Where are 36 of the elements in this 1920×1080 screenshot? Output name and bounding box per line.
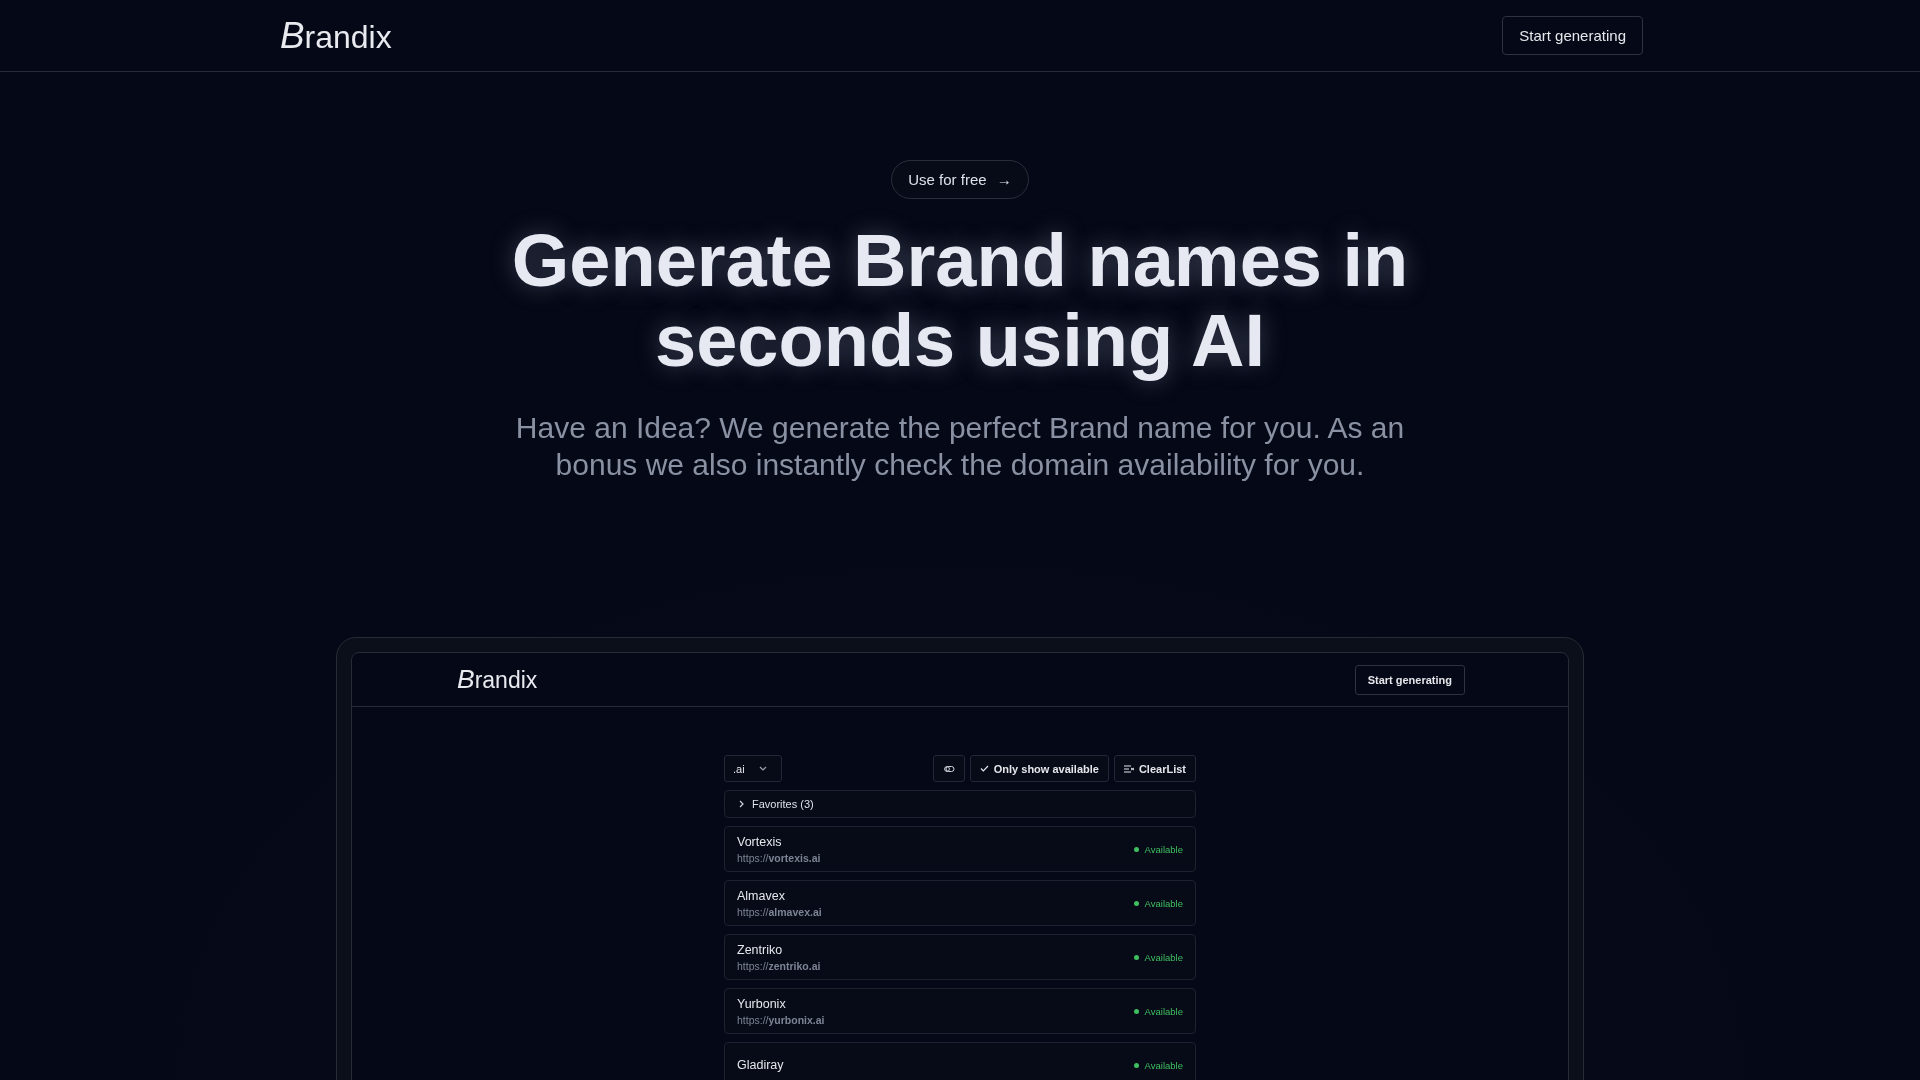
brand-name: Yurbonix xyxy=(737,996,787,1011)
brandix-logo[interactable]: Brandix xyxy=(457,664,538,695)
brand-name: Gladiray xyxy=(737,1058,784,1072)
toggle-icon xyxy=(942,763,955,774)
status-label: Available xyxy=(1144,897,1183,909)
brandix-logo[interactable]: Brandix xyxy=(280,14,392,57)
status-label: Available xyxy=(1144,951,1183,963)
start-generating-button[interactable]: Start generating xyxy=(1354,664,1465,695)
favorites-toggle[interactable]: Favorites (3) xyxy=(724,790,1196,818)
domain-url: https://yurbonix.ai xyxy=(737,1013,825,1026)
toggle-icon-button[interactable] xyxy=(932,755,965,782)
result-card[interactable]: Yurbonix https://yurbonix.ai Available xyxy=(724,988,1196,1034)
check-icon xyxy=(979,765,989,772)
brand-name: Zentriko xyxy=(737,942,784,957)
status-label: Available xyxy=(1144,1059,1183,1071)
only-show-available-button[interactable]: Only show available xyxy=(969,755,1109,782)
hero-subtitle: Have an Idea? We generate the perfect Brand name for you. As an bonus we also instantly check the domain availability for you. xyxy=(514,410,1406,483)
chevron-down-icon xyxy=(758,766,767,771)
start-generating-button[interactable]: Start generating xyxy=(1502,16,1643,55)
result-card[interactable]: Vortexis https://vortexis.ai Available xyxy=(724,826,1196,872)
status-label: Available xyxy=(1144,1005,1183,1017)
use-for-free-button[interactable]: Use for free → xyxy=(891,160,1029,199)
domain-url: https://vortexis.ai xyxy=(737,851,821,864)
result-card[interactable]: Zentriko https://zentriko.ai Available xyxy=(724,934,1196,980)
tld-dropdown[interactable]: .ai xyxy=(724,755,782,782)
result-card[interactable]: Almavex https://almavex.ai Available xyxy=(724,880,1196,926)
clear-list-button[interactable]: ClearList xyxy=(1113,755,1196,782)
domain-url: https://almavex.ai xyxy=(737,905,822,918)
brand-name: Vortexis xyxy=(737,834,783,849)
brand-name: Almavex xyxy=(737,888,786,903)
result-card[interactable]: Gladiray Available xyxy=(724,1042,1196,1080)
chevron-icon xyxy=(739,800,745,808)
hero-headline: Generate Brand names in seconds using AI xyxy=(510,221,1410,381)
status-label: Available xyxy=(1144,843,1183,855)
domain-url: https://zentriko.ai xyxy=(737,959,821,972)
list-clear-icon xyxy=(1123,764,1134,773)
